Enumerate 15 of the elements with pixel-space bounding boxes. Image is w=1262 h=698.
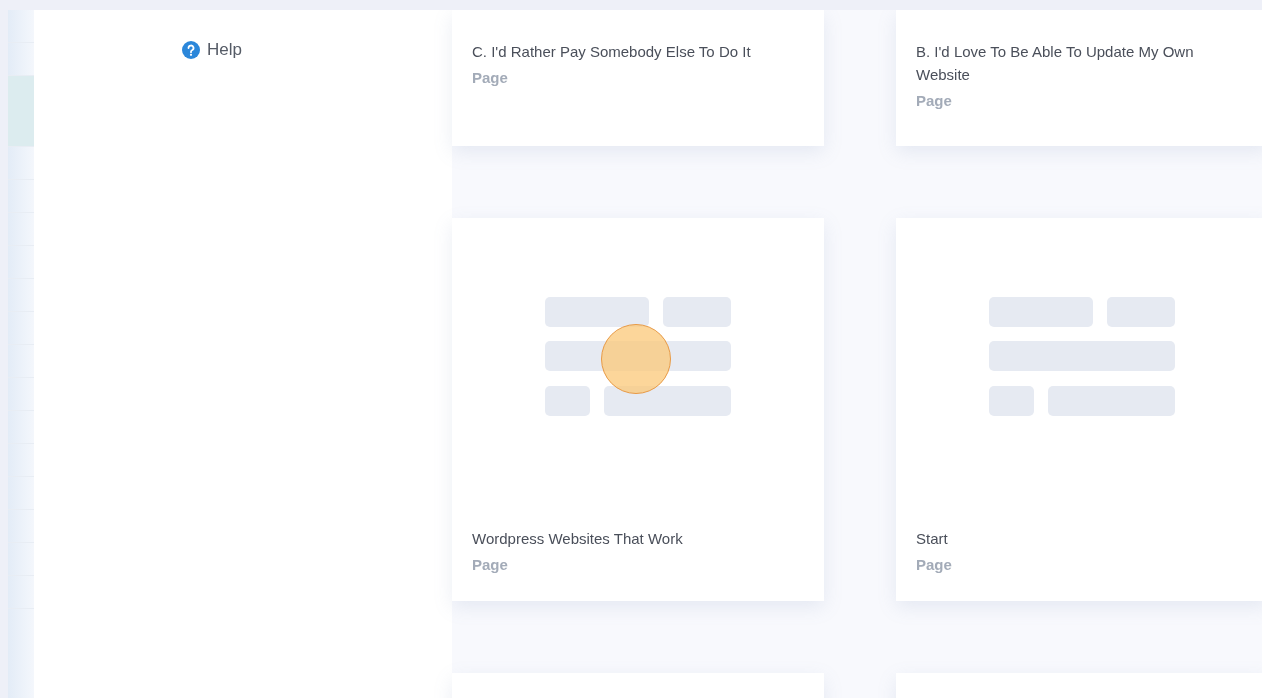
card-type: Page [472,69,509,86]
page-card[interactable]: B. I'd Love To Be Able To Update My Own Website Page [896,10,1262,146]
help-link[interactable]: Help [182,40,242,60]
card-type: Page [916,92,953,109]
card-type: Page [916,556,953,573]
page-card[interactable]: C. I'd Rather Pay Somebody Else To Do It Page [452,10,824,146]
card-type: Page [472,556,509,573]
page-card[interactable]: Wordpress Websites That Work Page [452,218,824,601]
card-title: Start [916,529,949,549]
card-title: Wordpress Websites That Work [472,529,684,549]
card-title: C. I'd Rather Pay Somebody Else To Do It [472,42,752,62]
card-title: B. I'd Love To Be Able To Update My Own Website [916,42,1195,85]
page-card[interactable]: Start Page [896,218,1262,601]
page-layout-icon [989,297,1175,416]
help-icon [182,41,200,59]
